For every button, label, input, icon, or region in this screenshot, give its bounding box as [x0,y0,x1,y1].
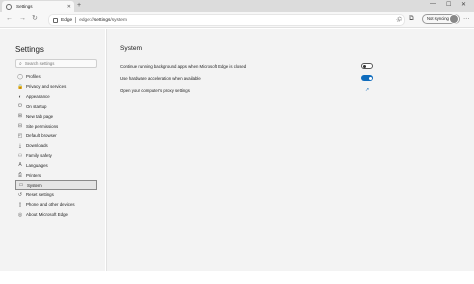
sidebar-item-default-browser[interactable]: ◰ Default browser [15,131,97,141]
sidebar-item-phone-and-other-devices[interactable]: ▯ Phone and other devices [15,200,97,210]
address-divider [75,17,77,23]
profile-icon: ◯ [17,73,23,80]
sidebar-item-downloads[interactable]: ⤓ Downloads [15,141,97,151]
hardware-acceleration-toggle[interactable] [361,75,373,81]
phone-icon: ▯ [18,201,22,208]
proxy-settings-label[interactable]: Open your computer's proxy settings [120,88,190,93]
edge-icon: ◎ [17,211,23,218]
hardware-acceleration-setting-label: Use hardware acceleration when available [120,76,201,81]
tab-settings[interactable]: Settings ✕ [2,1,74,12]
search-settings-box[interactable]: ⌕ [15,59,97,68]
settings-gear-icon [6,3,12,10]
external-link-icon[interactable]: ↗ [365,87,369,93]
system-icon: ▭ [18,182,24,189]
sidebar-item-label: Phone and other devices [26,202,75,208]
sidebar-item-label: Printers [26,172,42,178]
tab-strip: Settings ✕ + — ☐ ✕ [0,0,474,12]
tab-close-icon[interactable]: ✕ [67,4,71,10]
sidebar-item-label: Downloads [26,143,48,149]
profile-avatar[interactable] [449,14,459,24]
lock-icon: 🔒 [17,83,24,90]
back-arrow-icon[interactable]: ← [6,15,13,23]
sidebar-item-family-safety[interactable]: ⚇ Family safety [15,151,97,161]
maximize-button[interactable]: ☐ [446,1,451,8]
download-icon: ⤓ [18,142,22,149]
sidebar-item-label: Privacy and services [26,84,67,90]
power-icon: ⏻ [18,103,22,110]
address-site-label: Edge [61,17,73,23]
sidebar-item-reset-settings[interactable]: ↺ Reset settings [15,190,97,200]
sidebar-item-site-permissions[interactable]: ⊟ Site permissions [15,121,97,131]
sidebar-item-privacy-and-services[interactable]: 🔒 Privacy and services [15,82,97,92]
address-bar[interactable]: Edge edge://settings/system ☆ [48,14,405,26]
site-info-icon[interactable] [53,17,58,23]
sidebar-item-printers[interactable]: ⎙ Printers [15,170,97,180]
favorites-icon[interactable]: ✩ [397,15,402,23]
forward-arrow-icon[interactable]: → [19,15,26,23]
browser-toolbar: ← → ↻ Edge edge://settings/system ☆ ✩ ⧉ … [0,12,474,28]
site-permissions-icon: ⊟ [17,123,23,130]
sidebar-item-profiles[interactable]: ◯ Profiles [15,72,97,82]
more-menu-icon[interactable]: ··· [463,15,470,22]
page-title: System [120,45,142,52]
close-window-button[interactable]: ✕ [461,1,466,8]
sidebar-item-languages[interactable]: A Languages [15,160,97,170]
minimize-button[interactable]: — [430,1,436,7]
new-tab-button[interactable]: + [77,2,81,10]
sidebar-item-label: Site permissions [26,123,59,129]
sidebar-item-about-microsoft-edge[interactable]: ◎ About Microsoft Edge [15,210,97,220]
sidebar-item-new-tab-page[interactable]: ⊞ New tab page [15,111,97,121]
sidebar-item-label: Profiles [26,74,41,80]
refresh-icon[interactable]: ↻ [32,15,38,23]
sidebar-item-label: Languages [26,162,48,168]
sidebar-item-label: Family safety [26,153,52,159]
sync-status-label: Not syncing [427,16,449,21]
background-apps-setting-label: Continue running background apps when Mi… [120,64,247,69]
sidebar-item-system[interactable]: ▭ System [15,180,97,190]
default-browser-icon: ◰ [17,132,23,139]
tab-title: Settings [16,4,33,9]
sidebar-item-label: About Microsoft Edge [26,212,68,217]
sidebar-item-appearance[interactable]: ◐ Appearance [15,92,97,102]
sidebar-title: Settings [15,45,44,54]
toggle-knob [363,65,366,68]
background-apps-toggle[interactable] [361,63,373,69]
appearance-icon: ◐ [18,93,22,100]
printer-icon: ⎙ [17,172,22,179]
collections-icon[interactable]: ⧉ [409,15,414,23]
reset-icon: ↺ [17,191,23,198]
family-icon: ⚇ [17,152,23,159]
sidebar-item-label: Reset settings [26,192,54,198]
new-tab-icon: ⊞ [17,113,23,120]
sidebar-item-label: Default browser [26,133,57,139]
sidebar-item-label: System [27,182,42,188]
languages-icon: A [18,162,22,169]
address-url[interactable]: edge://settings/system [79,18,127,23]
sidebar-item-label: Appearance [26,94,50,100]
sidebar-item-on-startup[interactable]: ⏻ On startup [15,101,97,111]
search-input[interactable] [21,61,95,66]
sidebar-item-label: New tab page [26,113,54,119]
toggle-knob [368,76,372,80]
sidebar-item-label: On startup [26,103,47,109]
